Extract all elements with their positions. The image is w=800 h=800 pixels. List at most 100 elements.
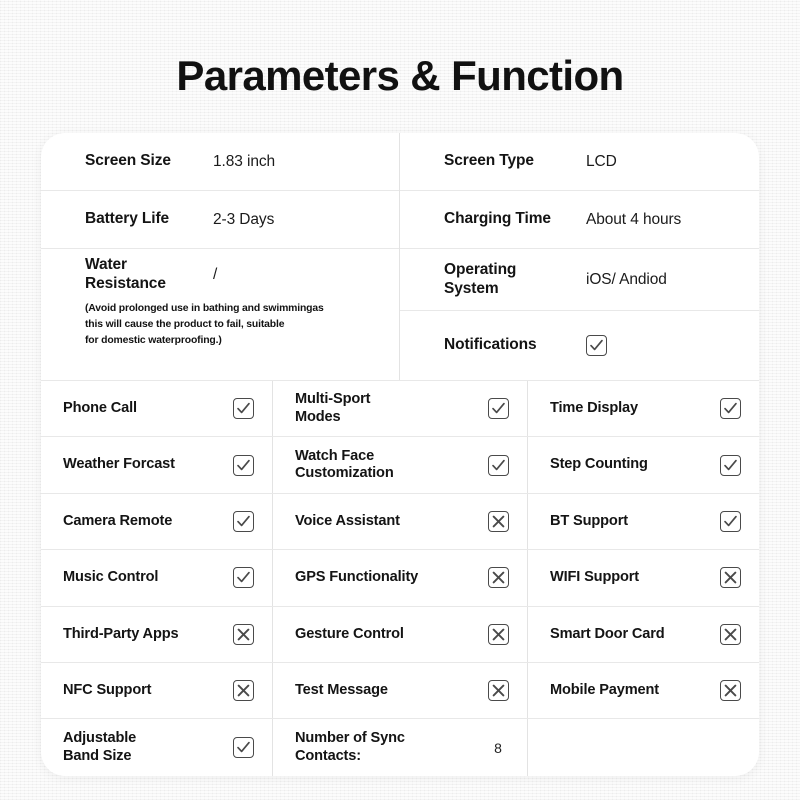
checkbox-checked-icon[interactable] (487, 454, 509, 476)
checkbox-checked-icon[interactable] (719, 398, 741, 420)
checkbox-crossed-icon[interactable] (719, 680, 741, 702)
feature-mark-wifi-support[interactable] (715, 567, 745, 589)
feature-label-third-party-apps: Third-Party Apps (63, 626, 228, 644)
feature-label-line: Gesture Control (295, 625, 404, 642)
checkbox-crossed-icon[interactable] (487, 623, 509, 645)
feature-cell-watch-face-customization: Watch Face Customization (273, 437, 528, 493)
feature-cell-bt-support: BT Support (528, 494, 759, 549)
checkbox-checked-icon[interactable] (487, 398, 509, 420)
feature-mark-music-control[interactable] (228, 567, 258, 589)
feature-mark-nfc-support[interactable] (228, 680, 258, 702)
spec-value-screen-size: 1.83 inch (213, 152, 276, 170)
feature-label-line: Time Display (550, 399, 638, 416)
feature-label-wifi-support: WIFI Support (550, 569, 715, 587)
feature-label-line: Weather Forcast (63, 456, 175, 473)
checkbox-crossed-icon[interactable] (487, 567, 509, 589)
feature-cell-music-control: Music Control (41, 550, 273, 606)
water-resistance-note-line1: (Avoid prolonged use in bathing and swim… (85, 303, 324, 314)
feature-label-line: Modes (295, 408, 341, 425)
checkbox-checked-icon[interactable] (719, 454, 741, 476)
spec-row-screen-size: Screen Size 1.83 inch (41, 133, 399, 191)
feature-label-step-counting: Step Counting (550, 456, 715, 474)
feature-cell-gesture-control: Gesture Control (273, 606, 528, 662)
spec-value-notifications[interactable] (586, 335, 607, 356)
feature-mark-bt-support[interactable] (715, 510, 745, 532)
feature-mark-camera-remote[interactable] (228, 510, 258, 532)
checkbox-crossed-icon[interactable] (232, 680, 254, 702)
feature-label-adjustable-band-size: Adjustable Band Size (63, 730, 228, 765)
feature-mark-third-party-apps[interactable] (228, 623, 258, 645)
feature-label-line: GPS Functionality (295, 569, 419, 586)
feature-mark-step-counting[interactable] (715, 454, 745, 476)
spec-label-operating-system-line2: System (444, 279, 499, 297)
feature-cell-step-counting: Step Counting (528, 437, 759, 492)
feature-label-smart-door-card: Smart Door Card (550, 626, 715, 644)
feature-label-number-of-sync-contacts: Number of Sync Contacts: (295, 730, 483, 765)
feature-row: Music Control GPS Functionality WIFI Suppo… (41, 550, 759, 607)
feature-label-phone-call: Phone Call (63, 400, 228, 418)
feature-label-watch-face-customization: Watch Face Customization (295, 448, 483, 483)
feature-mark-adjustable-band-size[interactable] (228, 737, 258, 759)
spec-row-charging-time: Charging Time About 4 hours (400, 191, 759, 249)
checkbox-checked-icon[interactable] (719, 510, 741, 532)
feature-mark-phone-call[interactable] (228, 398, 258, 420)
feature-mark-gesture-control[interactable] (483, 623, 513, 645)
feature-label-line: Music Control (63, 569, 159, 586)
feature-mark-test-message[interactable] (483, 680, 513, 702)
water-resistance-note-line3: for domestic waterproofing.) (85, 335, 222, 347)
checkbox-checked-icon[interactable] (232, 510, 254, 532)
checkbox-crossed-icon[interactable] (232, 623, 254, 645)
feature-cell-gps-functionality: GPS Functionality (273, 550, 528, 606)
checkbox-crossed-icon[interactable] (487, 510, 509, 532)
checkbox-crossed-icon[interactable] (719, 567, 741, 589)
feature-cell-time-display: Time Display (528, 381, 759, 436)
feature-mark-gps-functionality[interactable] (483, 567, 513, 589)
feature-cell-wifi-support: WIFI Support (528, 550, 759, 605)
feature-label-line: Customization (295, 465, 394, 482)
specs-column-left: Screen Size 1.83 inch Battery Life 2-3 D… (41, 133, 400, 380)
feature-row: NFC Support Test Message Mobile Payment (41, 662, 759, 720)
feature-label-line: Step Counting (550, 456, 648, 473)
feature-row: Phone Call Multi-Sport Modes Time Display (41, 381, 759, 438)
feature-label-line: Third-Party Apps (63, 625, 179, 642)
feature-label-line: Watch Face (295, 447, 375, 464)
feature-label-line: Smart Door Card (550, 625, 665, 642)
checkbox-checked-icon[interactable] (232, 454, 254, 476)
spec-value-water-resistance: / (213, 266, 218, 283)
feature-label-bt-support: BT Support (550, 513, 715, 531)
feature-mark-weather-forcast[interactable] (228, 454, 258, 476)
feature-label-line: Phone Call (63, 399, 137, 416)
feature-cell-third-party-apps: Third-Party Apps (41, 606, 273, 662)
feature-label-voice-assistant: Voice Assistant (295, 513, 483, 531)
feature-row: Third-Party Apps Gesture Control Smart Doo… (41, 606, 759, 663)
feature-cell-multi-sport-modes: Multi-Sport Modes (273, 381, 528, 437)
feature-label-line: Adjustable (63, 730, 137, 747)
spec-label-battery-life: Battery Life (85, 210, 170, 228)
water-resistance-note: (Avoid prolonged use in bathing and swim… (41, 301, 399, 349)
checkbox-checked-icon[interactable] (232, 737, 254, 759)
feature-mark-time-display[interactable] (715, 398, 745, 420)
checkbox-crossed-icon[interactable] (719, 623, 741, 645)
feature-mark-multi-sport-modes[interactable] (483, 398, 513, 420)
feature-mark-watch-face-customization[interactable] (483, 454, 513, 476)
feature-mark-mobile-payment[interactable] (715, 680, 745, 702)
feature-label-line: Number of Sync (295, 730, 405, 747)
feature-label-line: Contacts: (295, 747, 361, 764)
checkbox-checked-icon[interactable] (232, 567, 254, 589)
checkbox-crossed-icon[interactable] (487, 680, 509, 702)
top-specs-section: Screen Size 1.83 inch Battery Life 2-3 D… (41, 133, 759, 380)
checkbox-checked-icon[interactable] (586, 335, 607, 356)
feature-cell-voice-assistant: Voice Assistant (273, 493, 528, 550)
spec-value-screen-type: LCD (586, 152, 617, 170)
feature-mark-voice-assistant[interactable] (483, 510, 513, 532)
feature-row: Camera Remote Voice Assistant BT Support (41, 493, 759, 551)
feature-label-nfc-support: NFC Support (63, 682, 228, 700)
specifications-card: Screen Size 1.83 inch Battery Life 2-3 D… (41, 133, 759, 776)
checkbox-checked-icon[interactable] (232, 398, 254, 420)
spec-label-notifications: Notifications (444, 336, 537, 354)
feature-value-number-of-sync-contacts: 8 (494, 739, 502, 756)
feature-label-line: Mobile Payment (550, 681, 659, 698)
spec-label-operating-system-line1: Operating (444, 260, 517, 278)
feature-cell-camera-remote: Camera Remote (41, 493, 273, 550)
feature-mark-smart-door-card[interactable] (715, 623, 745, 645)
